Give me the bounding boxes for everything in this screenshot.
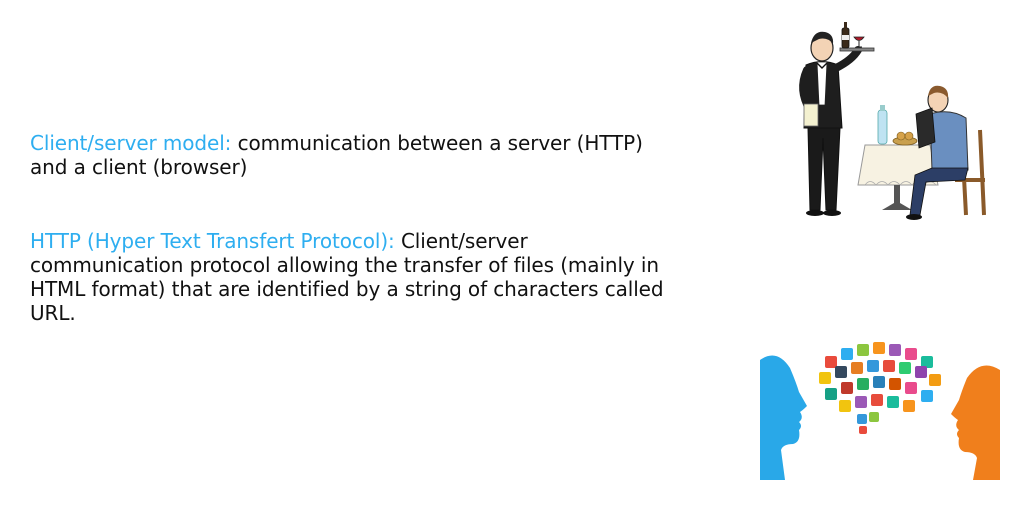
http-term: HTTP (Hyper Text Transfert Protocol):	[30, 229, 395, 253]
waiter-serving-diner-illustration	[799, 22, 986, 220]
right-head-silhouette	[951, 365, 1000, 480]
icon-speech-bubble	[819, 342, 941, 434]
slide: Client/server model: communication betwe…	[0, 0, 1033, 514]
waiter-figure	[799, 22, 875, 216]
speech-bubble-icons-illustration	[760, 342, 1000, 480]
client-server-paragraph: Client/server model: communication betwe…	[30, 131, 670, 179]
http-paragraph: HTTP (Hyper Text Transfert Protocol): Cl…	[30, 229, 670, 325]
client-server-term: Client/server model:	[30, 131, 232, 155]
left-head-silhouette	[760, 355, 807, 480]
